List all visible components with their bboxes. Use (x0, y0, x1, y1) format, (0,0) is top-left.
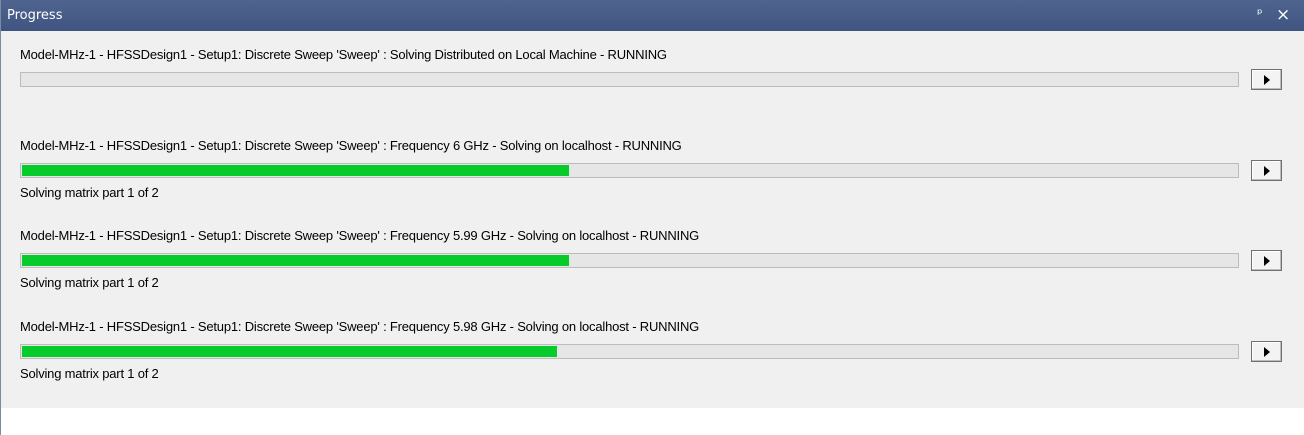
expand-button[interactable] (1251, 341, 1282, 362)
expand-button[interactable] (1251, 160, 1282, 181)
progress-bar (20, 163, 1239, 178)
task-item: Model-MHz-1 - HFSSDesign1 - Setup1: Disc… (1, 122, 1304, 212)
expand-button[interactable] (1251, 69, 1282, 90)
play-icon (1264, 256, 1270, 266)
progress-bar (20, 344, 1239, 359)
window-title: Progress (7, 8, 63, 23)
play-icon (1264, 347, 1270, 357)
task-label: Model-MHz-1 - HFSSDesign1 - Setup1: Disc… (20, 228, 700, 243)
close-icon[interactable]: × (1276, 5, 1290, 25)
play-icon (1264, 166, 1270, 176)
pin-icon[interactable]: ᵖ (1257, 7, 1263, 22)
expand-button[interactable] (1251, 250, 1282, 271)
progress-window: Progress ᵖ × Model-MHz-1 - HFSSDesign1 -… (0, 0, 1304, 435)
progress-bar (20, 253, 1239, 268)
task-status: Solving matrix part 1 of 2 (20, 366, 159, 381)
progress-bar (20, 72, 1239, 87)
task-item: Model-MHz-1 - HFSSDesign1 - Setup1: Disc… (1, 212, 1304, 302)
progress-fill (22, 165, 569, 176)
task-status: Solving matrix part 1 of 2 (20, 185, 159, 200)
task-item: Model-MHz-1 - HFSSDesign1 - Setup1: Disc… (1, 303, 1304, 393)
progress-fill (22, 255, 569, 266)
play-icon (1264, 75, 1270, 85)
task-item: Model-MHz-1 - HFSSDesign1 - Setup1: Disc… (1, 31, 1304, 121)
task-label: Model-MHz-1 - HFSSDesign1 - Setup1: Disc… (20, 47, 667, 62)
progress-panel: Model-MHz-1 - HFSSDesign1 - Setup1: Disc… (1, 31, 1304, 408)
title-bar: Progress ᵖ × (1, 0, 1304, 31)
task-label: Model-MHz-1 - HFSSDesign1 - Setup1: Disc… (20, 138, 682, 153)
task-label: Model-MHz-1 - HFSSDesign1 - Setup1: Disc… (20, 319, 700, 334)
task-status: Solving matrix part 1 of 2 (20, 275, 159, 290)
progress-fill (22, 346, 557, 357)
